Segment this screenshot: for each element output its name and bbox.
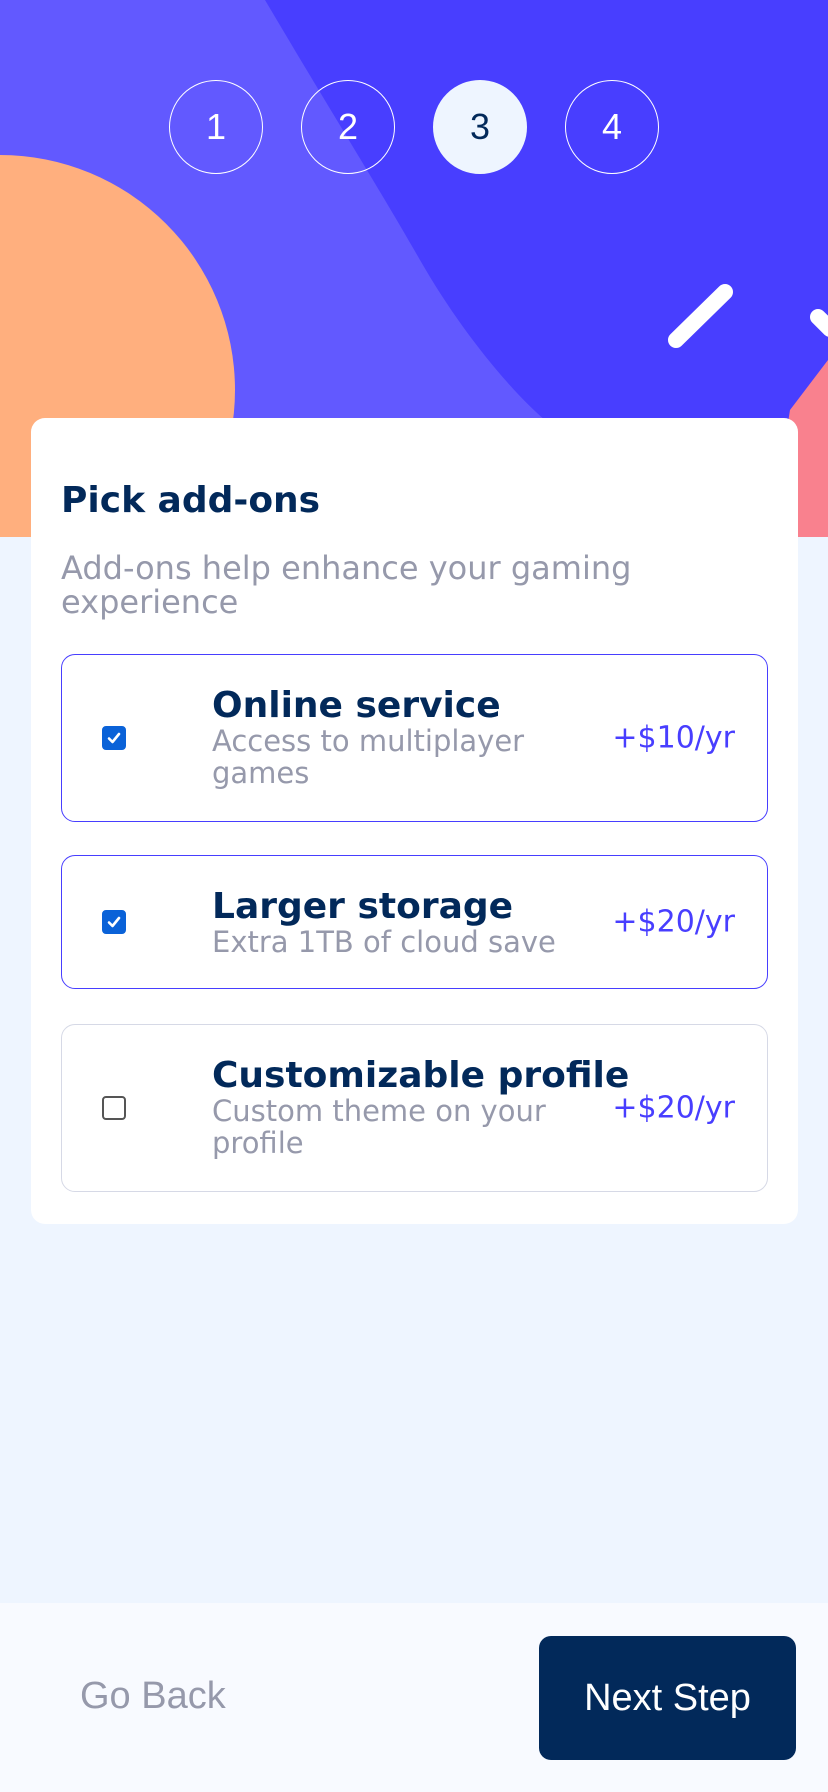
addon-checkbox[interactable] <box>102 726 126 750</box>
footer-nav: Go Back Next Step <box>0 1603 828 1792</box>
addons-form-card: Pick add-ons Add-ons help enhance your g… <box>31 418 798 1224</box>
addon-price: +$10/yr <box>612 720 735 756</box>
addon-price: +$20/yr <box>612 1090 735 1126</box>
page-subtitle: Add-ons help enhance your gaming experie… <box>61 549 632 621</box>
addon-checkbox[interactable] <box>102 910 126 934</box>
addon-description: Extra 1TB of cloud save <box>212 925 556 959</box>
step-3-active[interactable]: 3 <box>433 80 527 174</box>
step-1[interactable]: 1 <box>169 80 263 174</box>
go-back-button[interactable]: Go Back <box>80 1675 226 1718</box>
step-4[interactable]: 4 <box>565 80 659 174</box>
check-icon <box>107 732 121 744</box>
addon-name: Customizable profile <box>212 1055 630 1096</box>
addon-checkbox[interactable] <box>102 1096 126 1120</box>
step-2[interactable]: 2 <box>301 80 395 174</box>
step-indicator: 1 2 3 4 <box>0 80 828 174</box>
addon-name: Online service <box>212 685 501 726</box>
page-title: Pick add-ons <box>61 480 321 521</box>
next-step-button[interactable]: Next Step <box>539 1636 796 1760</box>
addon-price: +$20/yr <box>612 904 735 940</box>
addon-name: Larger storage <box>212 886 514 927</box>
hero-white-stroke <box>810 309 828 337</box>
addon-description: Access to multiplayer games <box>212 724 525 790</box>
check-icon <box>107 916 121 928</box>
addon-customizable-profile[interactable]: Customizable profile Custom theme on you… <box>61 1024 768 1192</box>
hero-white-stroke <box>668 284 733 348</box>
addon-online-service[interactable]: Online service Access to multiplayer gam… <box>61 654 768 822</box>
addon-larger-storage[interactable]: Larger storage Extra 1TB of cloud save +… <box>61 855 768 989</box>
addon-description: Custom theme on your profile <box>212 1094 546 1160</box>
